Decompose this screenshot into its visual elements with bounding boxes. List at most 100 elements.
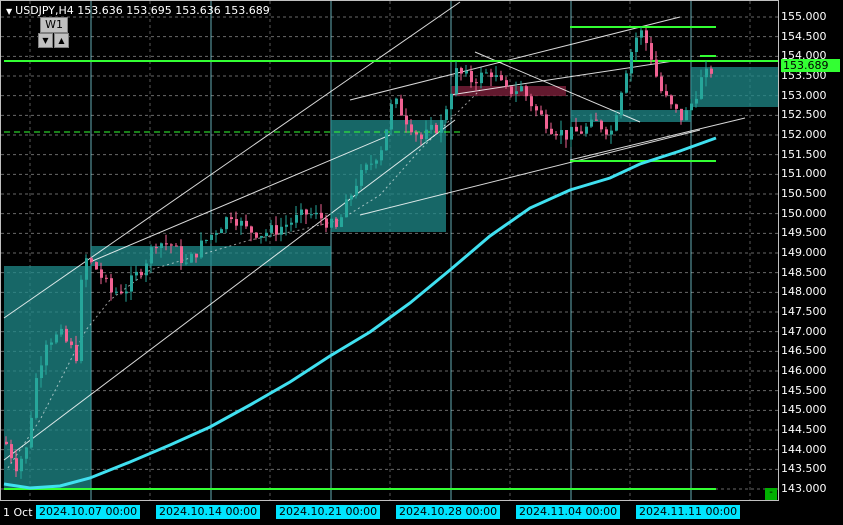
candle-body <box>225 217 228 230</box>
candle-body <box>90 258 93 263</box>
candle-body <box>470 70 473 83</box>
candle-body <box>280 226 283 235</box>
candle-body <box>5 441 8 445</box>
price-label: 143.500 <box>781 462 827 476</box>
price-label: 147.000 <box>781 324 827 338</box>
chart-window[interactable]: ▼ USDJPY,H4 153.636 153.695 153.636 153.6… <box>0 0 843 525</box>
candle-body <box>515 91 518 94</box>
candle-body <box>310 214 313 216</box>
price-chart-canvas[interactable] <box>0 0 843 525</box>
timeframe-up-icon[interactable]: ▲ <box>54 33 69 48</box>
candle-body <box>475 82 478 84</box>
candle-body <box>695 98 698 104</box>
candle-body <box>135 271 138 276</box>
candle-body <box>490 72 493 78</box>
price-label: 155.000 <box>781 10 827 23</box>
price-label: 144.500 <box>781 423 827 436</box>
candle-body <box>145 263 148 276</box>
candle-body <box>505 80 508 87</box>
candle-body <box>170 244 173 246</box>
candle-body <box>275 225 278 235</box>
candle-body <box>60 328 63 335</box>
candle-body <box>640 30 643 38</box>
candle-body <box>220 229 223 234</box>
candle-body <box>235 219 238 226</box>
candle-body <box>520 86 523 92</box>
candle-body <box>200 240 203 258</box>
candle-body <box>50 342 53 345</box>
candle-body <box>460 68 463 74</box>
candle-body <box>160 243 163 248</box>
candle-body <box>690 103 693 111</box>
candle-body <box>345 199 348 218</box>
supply-demand-zone <box>571 110 691 122</box>
candle-body <box>30 417 33 448</box>
candle-body <box>535 106 538 111</box>
candle-body <box>385 129 388 151</box>
candle-body <box>195 253 198 258</box>
candle-body <box>20 458 23 472</box>
candle-body <box>95 262 98 270</box>
timeframe-down-icon[interactable]: ▼ <box>38 33 53 48</box>
timeframe-label[interactable]: W1 <box>40 17 68 33</box>
candle-body <box>600 120 603 130</box>
candle-body <box>530 96 533 107</box>
candle-body <box>625 73 628 93</box>
candle-body <box>425 129 428 140</box>
candle-body <box>165 243 168 245</box>
candle-body <box>105 277 108 279</box>
price-label: 151.500 <box>781 147 827 161</box>
candle-body <box>365 164 368 171</box>
candle-body <box>595 119 598 121</box>
candle-body <box>330 218 333 228</box>
time-label: 2024.11.04 00:00 <box>516 505 621 519</box>
candle-body <box>80 279 83 362</box>
candle-body <box>665 91 668 96</box>
candle-body <box>500 75 503 81</box>
candle-body <box>140 271 143 276</box>
supply-demand-zone <box>331 120 446 232</box>
candle-body <box>450 93 453 110</box>
candle-body <box>75 344 78 362</box>
candle-body <box>315 212 318 215</box>
candle-body <box>565 130 568 140</box>
candle-body <box>480 72 483 84</box>
candle-body <box>455 68 458 94</box>
candle-body <box>685 110 688 121</box>
candle-body <box>290 222 293 225</box>
candle-body <box>585 126 588 134</box>
price-label: 149.500 <box>781 226 827 240</box>
candle-body <box>370 163 373 165</box>
indicator-corner-button[interactable]: - <box>765 488 777 500</box>
candle-body <box>430 124 433 130</box>
candle-body <box>680 108 683 121</box>
candle-body <box>325 218 328 228</box>
candle-body <box>55 334 58 343</box>
candle-body <box>70 341 73 345</box>
candle-body <box>335 218 338 227</box>
supply-demand-zone <box>691 67 778 107</box>
candle-body <box>615 115 618 131</box>
candle-body <box>355 185 358 196</box>
candle-body <box>465 70 468 74</box>
candle-body <box>25 447 28 459</box>
candle-body <box>360 170 363 186</box>
symbol-quote: USDJPY,H4 153.636 153.695 153.636 153.68… <box>15 4 270 17</box>
time-label-first: 1 Oct <box>3 506 33 519</box>
candle-body <box>655 59 658 77</box>
candle-body <box>555 133 558 136</box>
candle-body <box>35 378 38 418</box>
candle-body <box>580 131 583 134</box>
candle-body <box>150 247 153 264</box>
timeframe-widget: W1 ▼ ▲ <box>38 17 70 48</box>
collapse-triangle-icon[interactable]: ▼ <box>6 7 12 16</box>
candle-body <box>525 86 528 97</box>
candle-body <box>575 126 578 132</box>
candle-body <box>125 291 128 294</box>
time-label: 2024.10.14 00:00 <box>156 505 261 519</box>
candle-body <box>155 247 158 249</box>
candle-body <box>230 217 233 220</box>
time-label: 2024.10.07 00:00 <box>36 505 141 519</box>
candle-body <box>550 128 553 134</box>
candle-body <box>545 114 548 129</box>
